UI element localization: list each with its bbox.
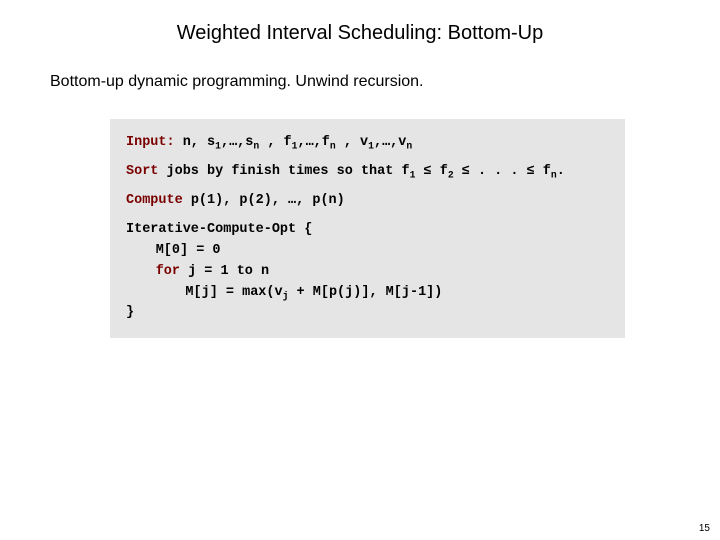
- code-fn-header: Iterative-Compute-Opt {: [126, 220, 609, 241]
- slide-title: Weighted Interval Scheduling: Bottom-Up: [50, 22, 670, 45]
- kw-compute: Compute: [126, 193, 183, 208]
- code-fn-close: }: [126, 303, 609, 324]
- code-fn-body: M[j] = max(vj + M[p(j)], M[j-1]): [126, 283, 609, 304]
- pseudocode-box: Input: n, s1,…,sn , f1,…,fn , v1,…,vn So…: [110, 119, 625, 338]
- code-input-line: Input: n, s1,…,sn , f1,…,fn , v1,…,vn: [126, 133, 609, 154]
- code-compute-line: Compute p(1), p(2), …, p(n): [126, 191, 609, 212]
- code-fn-line1: M[0] = 0: [126, 241, 609, 262]
- slide-subtitle: Bottom-up dynamic programming. Unwind re…: [50, 73, 670, 91]
- code-fn-for: for j = 1 to n: [126, 262, 609, 283]
- kw-input: Input:: [126, 135, 175, 150]
- kw-sort: Sort: [126, 164, 158, 179]
- subtitle-rest: Unwind recursion.: [291, 73, 424, 90]
- subtitle-lead: Bottom-up dynamic programming.: [50, 73, 291, 90]
- kw-for: for: [156, 264, 180, 279]
- code-sort-line: Sort jobs by finish times so that f1 ≤ f…: [126, 162, 609, 183]
- page-number: 15: [699, 523, 710, 534]
